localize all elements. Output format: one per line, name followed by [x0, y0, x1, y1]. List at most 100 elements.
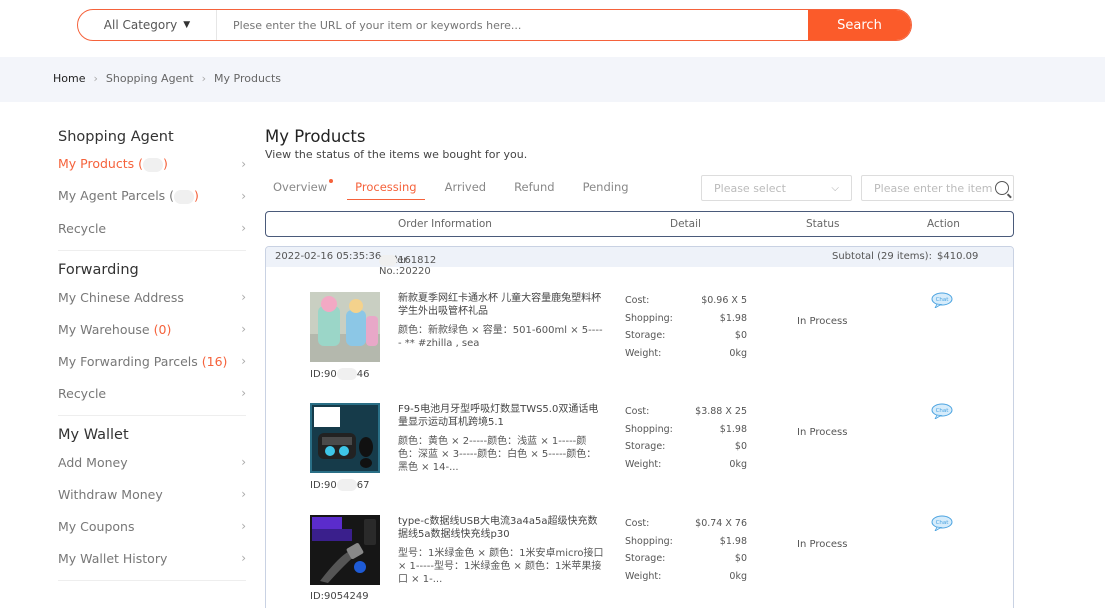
- sidebar-item-count-suffix: ): [194, 188, 199, 204]
- sidebar-item-label: Recycle: [58, 385, 107, 401]
- product-id: ID:9054249: [310, 591, 369, 602]
- column-status: Status: [806, 218, 840, 230]
- sidebar-item-my-warehouse[interactable]: My Warehouse (0) ›: [58, 313, 246, 345]
- weight-value: 0kg: [729, 570, 747, 582]
- chevron-right-icon: ›: [241, 487, 246, 501]
- redacted-text: [336, 368, 357, 380]
- tab-processing[interactable]: Processing: [347, 174, 425, 200]
- weight-value: 0kg: [729, 347, 747, 359]
- sidebar-item-recycle[interactable]: Recycle ›: [58, 377, 246, 409]
- redacted-count: [142, 157, 163, 172]
- redacted-count: [174, 189, 195, 204]
- product-thumbnail[interactable]: [310, 403, 380, 473]
- chevron-right-icon: ›: [241, 322, 246, 336]
- tab-pending[interactable]: Pending: [575, 174, 637, 200]
- sidebar-item-my-agent-parcels[interactable]: My Agent Parcels () ›: [58, 180, 246, 212]
- chevron-right-icon: ›: [201, 72, 207, 85]
- table-header: Order Information Detail Status Action: [265, 211, 1014, 237]
- sidebar-item-add-money[interactable]: Add Money ›: [58, 446, 246, 478]
- breadcrumb-my-products: My Products: [214, 72, 282, 85]
- page-subtitle: View the status of the items we bought f…: [265, 148, 528, 161]
- sidebar-item-my-wallet-history[interactable]: My Wallet History ›: [58, 542, 246, 574]
- tab-overview[interactable]: Overview: [265, 174, 335, 200]
- status-filter-select[interactable]: Please select ⌵: [701, 175, 852, 201]
- order-date: 2022-02-16 05:35:36: [275, 251, 382, 262]
- page-title: My Products: [265, 127, 366, 146]
- chat-label: Chat: [936, 297, 950, 303]
- product-title[interactable]: type-c数据线USB大电流3a4a5a超级快充数据线5a数据线快充线p30: [398, 515, 604, 541]
- breadcrumb-home[interactable]: Home: [53, 72, 85, 85]
- sidebar-item-count: (0): [153, 321, 172, 337]
- sidebar-item-label: My Agent Parcels (: [58, 188, 175, 204]
- breadcrumb-shopping-agent[interactable]: Shopping Agent: [106, 72, 194, 85]
- cost-label: Cost:: [625, 406, 650, 417]
- product-thumbnail[interactable]: [310, 292, 380, 362]
- shopping-label: Shopping:: [625, 423, 673, 435]
- search-icon[interactable]: [995, 181, 1009, 195]
- divider: [58, 250, 246, 251]
- chevron-right-icon: ›: [241, 290, 246, 304]
- tab-arrived[interactable]: Arrived: [437, 174, 495, 200]
- chevron-right-icon: ›: [241, 386, 246, 400]
- category-select[interactable]: All Category ▼: [78, 10, 217, 40]
- storage-value: $0: [734, 330, 747, 341]
- sidebar-item-label: My Chinese Address: [58, 289, 184, 305]
- sidebar-item-withdraw-money[interactable]: Withdraw Money ›: [58, 478, 246, 510]
- sidebar-item-label: My Products (: [58, 156, 143, 172]
- sidebar-item-my-products[interactable]: My Products () ›: [58, 148, 246, 180]
- main-content: My Products View the status of the items…: [265, 126, 1014, 608]
- product-id: ID:90 46: [310, 368, 369, 380]
- product-id-prefix: ID:90: [310, 480, 337, 491]
- breadcrumb-strip: Home › Shopping Agent › My Products: [0, 57, 1105, 102]
- sidebar-item-label: My Forwarding Parcels: [58, 353, 198, 369]
- sidebar-item-my-coupons[interactable]: My Coupons ›: [58, 510, 246, 542]
- column-order-information: Order Information: [398, 218, 492, 230]
- product-spec: 颜色：黄色 × 2-----颜色：浅蓝 × 1-----颜色：深蓝 × 3---…: [398, 436, 597, 473]
- sidebar-item-recycle[interactable]: Recycle ›: [58, 212, 246, 244]
- shopping-value: $1.98: [719, 312, 747, 324]
- sidebar-item-label: My Warehouse: [58, 321, 150, 337]
- shopping-label: Shopping:: [625, 535, 673, 547]
- cost-label: Cost:: [625, 295, 650, 306]
- search-input[interactable]: [217, 10, 808, 40]
- divider: [58, 415, 246, 416]
- sidebar-item-my-forwarding-parcels[interactable]: My Forwarding Parcels (16) ›: [58, 345, 246, 377]
- cost-label: Cost:: [625, 518, 650, 529]
- tabs-row: Overview Processing Arrived Refund Pendi…: [265, 174, 1014, 204]
- tab-refund[interactable]: Refund: [506, 174, 562, 200]
- product-id-suffix: 46: [356, 369, 370, 380]
- chevron-down-icon: ⌵: [831, 182, 839, 194]
- product-status: In Process: [797, 427, 848, 438]
- sidebar-section-title: My Wallet: [58, 427, 129, 443]
- item-id-search[interactable]: Please enter the item ID: [861, 175, 1014, 201]
- chevron-right-icon: ›: [93, 72, 98, 85]
- subtotal-value: $410.09: [937, 251, 979, 262]
- cost-detail: Cost: $3.88 X 25 Shopping: $1.98 Storage: $…: [625, 403, 747, 473]
- storage-label: Storage:: [625, 330, 666, 341]
- subtotal-label: Subtotal (29 items):: [832, 251, 932, 262]
- storage-label: Storage:: [625, 553, 666, 564]
- sidebar-item-my-chinese-address[interactable]: My Chinese Address ›: [58, 281, 246, 313]
- breadcrumb: Home › Shopping Agent › My Products: [53, 72, 281, 85]
- tab-label: Overview: [273, 180, 328, 194]
- chevron-right-icon: ›: [241, 157, 246, 171]
- chat-icon[interactable]: Chat: [931, 515, 953, 531]
- sidebar-item-label: Recycle: [58, 220, 107, 236]
- chat-icon[interactable]: Chat: [931, 403, 953, 419]
- product-title[interactable]: F9-5电池月牙型呼吸灯数显TWS5.0双通话电量显示运动耳机跨境5.1: [398, 403, 604, 429]
- redacted-text: [379, 255, 397, 266]
- search-button[interactable]: Search: [808, 10, 911, 40]
- product-row: ID:9054249 type-c数据线USB大电流3a4a5a超级快充数据线5…: [266, 515, 1013, 608]
- product-status: In Process: [797, 316, 848, 327]
- storage-label: Storage:: [625, 441, 666, 452]
- product-title[interactable]: 新款夏季网红卡通水杯 儿童大容量鹿兔塑料杯学生外出吸管杯礼品: [398, 292, 604, 318]
- chevron-right-icon: ›: [241, 455, 246, 469]
- product-thumbnail[interactable]: [310, 515, 380, 585]
- divider: [58, 580, 246, 581]
- chat-icon[interactable]: Chat: [931, 292, 953, 308]
- sidebar-section-title: Forwarding: [58, 262, 139, 278]
- sidebar-item-count: (16): [201, 353, 228, 369]
- chat-label: Chat: [936, 408, 950, 414]
- filter-placeholder: Please select: [714, 181, 786, 195]
- product-row: ID:90 46 新款夏季网红卡通水杯 儿童大容量鹿兔塑料杯学生外出吸管杯礼品 颜…: [266, 292, 1013, 402]
